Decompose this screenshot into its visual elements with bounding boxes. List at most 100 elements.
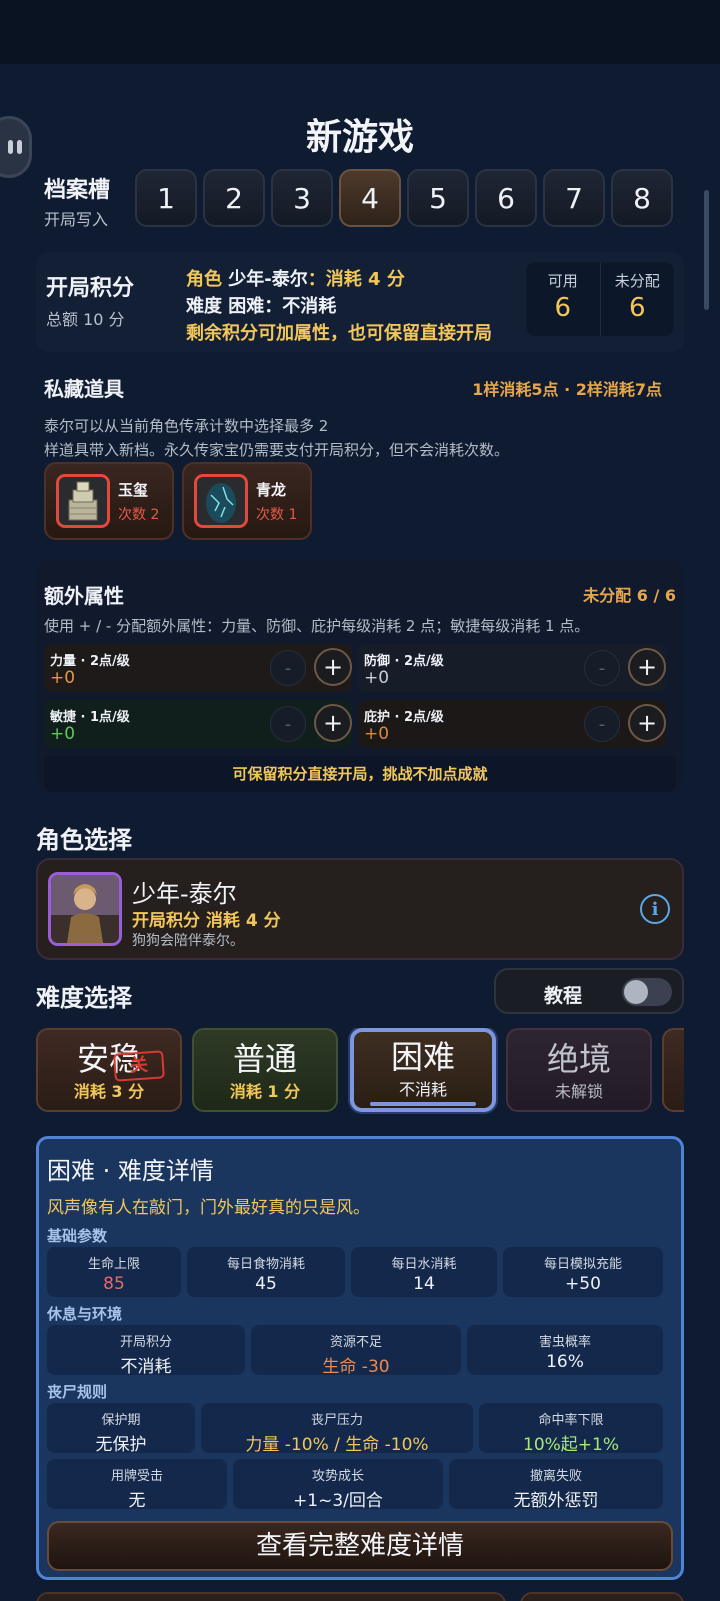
stat-label: 每日模拟充能 (543, 1257, 622, 1272)
points-stats: 可用 6 未分配 6 (526, 262, 674, 336)
character-section-title: 角色选择 (36, 826, 132, 854)
status-bar (0, 0, 720, 64)
attr-value: +0 (50, 724, 76, 744)
stat-label: 保护期 (101, 1413, 141, 1428)
attributes-note: 可保留积分直接开局，挑战不加点成就 (44, 756, 676, 792)
stat-value: 无保护 (95, 1435, 147, 1455)
selected-difficulty-name: 困难 (228, 296, 265, 317)
character-card[interactable]: 少年-泰尔 开局积分 消耗 4 分 狗狗会陪伴泰尔。 i (36, 858, 684, 960)
difficulty-cost: ：不消耗 (264, 296, 337, 317)
stash-item-azure-dragon[interactable]: 青龙 次数 1 (182, 462, 312, 540)
attr-plus-button[interactable]: + (314, 648, 352, 686)
stat-label: 害虫概率 (538, 1335, 591, 1350)
slot-button-4[interactable]: 4 (339, 169, 401, 227)
slot-button-5[interactable]: 5 (407, 169, 469, 227)
slot-button-8[interactable]: 8 (611, 169, 673, 227)
attributes-desc: 使用 + / - 分配额外属性：力量、防御、庇护每级消耗 2 点；敏捷每级消耗 … (44, 617, 590, 635)
attr-value: +0 (364, 668, 390, 688)
stat-zombie-pressure: 丧尸压力 力量 -10% / 生命 -10% (201, 1403, 473, 1455)
group-basic-title: 基础参数 (47, 1227, 108, 1245)
attr-minus-button[interactable]: - (584, 650, 620, 686)
points-hint: 剩余积分可加属性，也可保留直接开局 (186, 323, 492, 344)
stat-label: 撤离失败 (529, 1469, 582, 1484)
slot-button-7[interactable]: 7 (543, 169, 605, 227)
attr-minus-button[interactable]: - (270, 650, 306, 686)
difficulty-name: 困难 (390, 1038, 455, 1076)
attr-label: 防御 · 2点/级 (364, 654, 444, 669)
stash-item-name: 青龙 (256, 480, 287, 499)
label-character: 角色 (186, 269, 222, 290)
stash-item-jade-seal[interactable]: 玉玺 次数 2 (44, 462, 174, 540)
unassigned-points: 未分配 6 (599, 262, 675, 336)
attr-value: +0 (364, 724, 390, 744)
difficulty-option-next[interactable] (662, 1028, 684, 1112)
slot-button-1[interactable]: 1 (135, 169, 197, 227)
difficulty-option-easy[interactable]: 安稳 消耗 3 分 关 (36, 1028, 182, 1112)
slot-sublabel: 开局写入 (44, 210, 109, 229)
attr-minus-button[interactable]: - (270, 706, 306, 742)
points-character-line: 角色 少年-泰尔：消耗 4 分 (186, 266, 492, 293)
stat-label: 开局积分 (119, 1335, 172, 1350)
character-avatar (48, 872, 122, 946)
stat-food: 每日食物消耗 45 (187, 1247, 345, 1297)
attributes-card: 额外属性 未分配 6 / 6 使用 + / - 分配额外属性：力量、防御、庇护每… (36, 560, 684, 792)
stamp-badge: 关 (113, 1050, 165, 1082)
attr-plus-button[interactable]: + (628, 648, 666, 686)
stat-label: 每日食物消耗 (226, 1257, 305, 1272)
attributes-unassigned: 未分配 6 / 6 (583, 586, 676, 605)
difficulty-detail-panel: 困难 · 难度详情 风声像有人在敲门，门外最好真的只是风。 基础参数 生命上限 … (36, 1136, 684, 1580)
selected-indicator (370, 1102, 476, 1106)
difficulty-option-hard[interactable]: 困难 不消耗 (350, 1028, 496, 1112)
label-difficulty: 难度 (186, 296, 222, 317)
bottom-primary-button[interactable] (36, 1592, 506, 1601)
stat-label: 命中率下限 (538, 1413, 604, 1428)
attr-plus-button[interactable]: + (314, 704, 352, 742)
info-icon[interactable]: i (640, 894, 670, 924)
difficulty-options: 安稳 消耗 3 分 关 普通 消耗 1 分 困难 不消耗 绝境 未解锁 (36, 1028, 684, 1114)
stat-value: +1~3/回合 (293, 1491, 383, 1511)
stat-value: +50 (565, 1274, 601, 1294)
stat-value: 不消耗 (120, 1357, 172, 1377)
stash-cost-rule: 1样消耗5点 · 2样消耗7点 (472, 380, 662, 399)
stat-start-points: 开局积分 不消耗 (47, 1325, 245, 1377)
difficulty-option-normal[interactable]: 普通 消耗 1 分 (192, 1028, 338, 1112)
difficulty-cost: 不消耗 (398, 1080, 447, 1099)
stat-label: 资源不足 (329, 1335, 382, 1350)
stash-desc: 泰尔可以从当前角色传承计数中选择最多 2 样道具带入新档。永久传家宝仍需要支付开… (44, 414, 509, 462)
page-title: 新游戏 (305, 117, 414, 158)
difficulty-name: 绝境 (546, 1040, 611, 1078)
attr-plus-button[interactable]: + (628, 704, 666, 742)
stat-label: 攻势成长 (311, 1469, 364, 1484)
scrollbar[interactable] (704, 190, 709, 310)
stat-charge: 每日模拟充能 +50 (503, 1247, 663, 1297)
slot-button-3[interactable]: 3 (271, 169, 333, 227)
character-desc: 狗狗会陪伴泰尔。 (132, 933, 244, 949)
stat-evac-fail: 撤离失败 无额外惩罚 (449, 1459, 663, 1511)
starting-points-card: 开局积分 总额 10 分 角色 少年-泰尔：消耗 4 分 难度 困难：不消耗 剩… (36, 252, 684, 352)
stat-value: 无额外惩罚 (513, 1491, 599, 1511)
slot-button-2[interactable]: 2 (203, 169, 265, 227)
difficulty-name: 普通 (232, 1040, 297, 1078)
stash-desc-line-1: 泰尔可以从当前角色传承计数中选择最多 2 (44, 417, 329, 435)
unassigned-value: 6 (628, 293, 646, 323)
attr-label: 敏捷 · 1点/级 (50, 710, 130, 725)
group-rest-title: 休息与环境 (47, 1305, 123, 1323)
attr-label: 力量 · 2点/级 (50, 654, 130, 669)
attr-minus-button[interactable]: - (584, 706, 620, 742)
attr-value: +0 (50, 668, 76, 688)
tutorial-toggle-row[interactable]: 教程 (494, 968, 684, 1014)
difficulty-option-desperate[interactable]: 绝境 未解锁 (506, 1028, 652, 1112)
stat-value: 45 (255, 1274, 277, 1294)
tutorial-toggle[interactable] (622, 978, 672, 1006)
stat-value: 10%起+1% (523, 1435, 619, 1455)
stash-item-count: 次数 2 (118, 506, 160, 523)
character-cost: 开局积分 消耗 4 分 (132, 911, 281, 931)
slot-selector: 1 2 3 4 5 6 7 8 (135, 169, 673, 227)
view-full-detail-button[interactable]: 查看完整难度详情 (47, 1521, 673, 1571)
slot-button-6[interactable]: 6 (475, 169, 537, 227)
stat-value: 力量 -10% / 生命 -10% (245, 1435, 429, 1455)
stat-value: 14 (413, 1274, 435, 1294)
bottom-secondary-button[interactable] (520, 1592, 684, 1601)
stat-value: 16% (546, 1352, 584, 1372)
stat-offense-growth: 攻势成长 +1~3/回合 (233, 1459, 443, 1511)
